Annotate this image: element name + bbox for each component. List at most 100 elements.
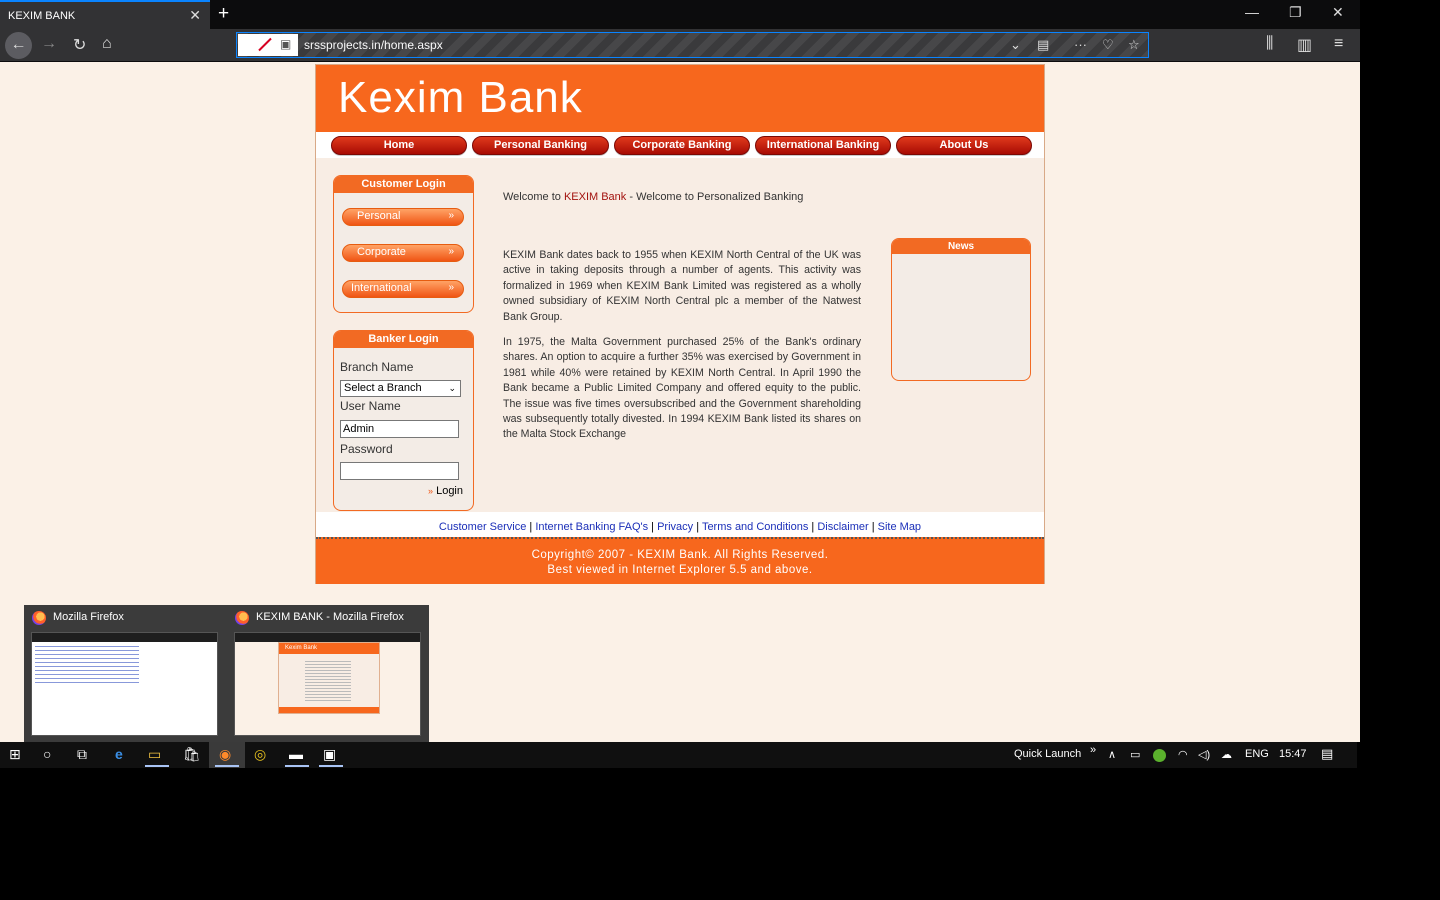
thumbnail-page: Kexim Bank xyxy=(278,642,380,714)
password-label: Password xyxy=(340,442,393,456)
pocket-icon[interactable]: ♡ xyxy=(1102,37,1114,53)
language-indicator[interactable]: ENG xyxy=(1245,748,1269,760)
best-viewed-text: Best viewed in Internet Explorer 5.5 and… xyxy=(547,564,813,576)
welcome-suffix: - Welcome to Personalized Banking xyxy=(626,191,804,203)
url-dropdown-icon[interactable]: ⌄ xyxy=(1010,37,1021,53)
chrome-icon[interactable]: ◎ xyxy=(254,746,266,763)
chevron-down-icon: ⌄ xyxy=(448,383,456,393)
page-actions-icon[interactable]: ··· xyxy=(1074,37,1087,52)
footer-link-faq[interactable]: Internet Banking FAQ's xyxy=(535,521,648,533)
menu-personal-banking[interactable]: Personal Banking xyxy=(472,136,609,155)
forward-icon[interactable]: → xyxy=(41,35,57,53)
preview-thumbnail xyxy=(31,632,218,736)
sidebar-icon[interactable]: ▥ xyxy=(1297,35,1312,55)
library-icon[interactable]: ⫼ xyxy=(1266,35,1273,53)
menu-home-label: Home xyxy=(383,139,415,151)
branch-name-label: Branch Name xyxy=(340,360,414,374)
quick-launch-label[interactable]: Quick Launch xyxy=(1014,748,1081,760)
store-icon[interactable]: 🛍 xyxy=(183,746,201,763)
file-explorer-icon[interactable]: ▭ xyxy=(148,746,161,763)
corporate-login-button[interactable]: Corporate » xyxy=(342,244,464,262)
menu-icon[interactable]: ≡ xyxy=(1334,35,1343,53)
preview-title: KEXIM BANK - Mozilla Firefox xyxy=(256,611,404,623)
restore-icon[interactable]: ❐ xyxy=(1289,4,1302,21)
main-content: Customer Login Personal » Corporate » In… xyxy=(316,158,1044,512)
bookmark-star-icon[interactable]: ☆ xyxy=(1128,37,1140,53)
thumbnail-footer xyxy=(279,707,379,713)
home-icon[interactable]: ⌂ xyxy=(102,35,112,53)
back-icon[interactable]: ← xyxy=(5,32,32,59)
thumbnail-content xyxy=(35,646,139,686)
tab-close-icon[interactable]: ✕ xyxy=(189,7,201,24)
menu-about-us-label: About Us xyxy=(939,139,989,151)
tab-bar: KEXIM BANK ✕ + — ❐ ✕ xyxy=(0,0,1360,29)
footer-link-terms[interactable]: Terms and Conditions xyxy=(702,521,808,533)
browser-tab[interactable]: KEXIM BANK ✕ xyxy=(0,0,210,29)
insecure-slash-icon xyxy=(258,37,272,52)
menu-personal-banking-label: Personal Banking xyxy=(494,139,587,151)
chevron-up-icon[interactable]: ∧ xyxy=(1108,748,1116,761)
command-prompt-icon[interactable]: ▣ xyxy=(323,746,336,763)
start-icon[interactable]: ⊞ xyxy=(9,746,21,763)
branch-select[interactable]: Select a Branch ⌄ xyxy=(340,380,461,397)
tab-title: KEXIM BANK xyxy=(8,10,76,22)
welcome-line: Welcome to KEXIM Bank - Welcome to Perso… xyxy=(503,191,803,203)
footer-link-privacy[interactable]: Privacy xyxy=(657,521,693,533)
footer-link-customer-service[interactable]: Customer Service xyxy=(439,521,526,533)
site-footer: Copyright© 2007 - KEXIM Bank. All Rights… xyxy=(316,537,1044,584)
firefox-taskbar-icon[interactable]: ◉ xyxy=(219,746,231,763)
login-label: Login xyxy=(436,485,463,497)
menu-about-us[interactable]: About Us xyxy=(896,136,1032,155)
personal-login-button[interactable]: Personal » xyxy=(342,208,464,226)
login-button[interactable]: » Login xyxy=(428,485,463,497)
user-name-input[interactable]: Admin xyxy=(340,420,459,438)
user-name-label: User Name xyxy=(340,399,401,413)
onedrive-cloud-icon[interactable]: ☁ xyxy=(1221,748,1232,761)
thumbnail-toolbar xyxy=(32,633,217,642)
minimize-icon[interactable]: — xyxy=(1245,4,1259,20)
password-input[interactable] xyxy=(340,462,459,480)
footer-link-disclaimer[interactable]: Disclaimer xyxy=(817,521,868,533)
kexim-page: Kexim Bank Home Personal Banking Corpora… xyxy=(315,64,1045,584)
double-arrow-icon: » xyxy=(448,246,454,257)
security-status-icon[interactable] xyxy=(1153,749,1166,762)
clock[interactable]: 15:47 xyxy=(1279,748,1307,760)
corporate-login-label: Corporate xyxy=(357,246,406,258)
connection-security-icon[interactable]: ▣ xyxy=(238,34,298,56)
footer-link-site-map[interactable]: Site Map xyxy=(878,521,921,533)
wifi-icon[interactable]: ◠ xyxy=(1178,748,1188,761)
footer-separator: | xyxy=(696,521,700,533)
quick-launch-arrow-icon[interactable]: » xyxy=(1090,744,1096,756)
firefox-icon xyxy=(32,611,46,625)
edge-icon[interactable]: e xyxy=(115,746,123,762)
close-window-icon[interactable]: ✕ xyxy=(1332,4,1344,21)
reload-icon[interactable]: ↻ xyxy=(73,35,86,55)
app-icon[interactable]: ▬ xyxy=(289,746,303,762)
preview-window-1[interactable]: Mozilla Firefox xyxy=(24,605,226,742)
running-indicator xyxy=(319,765,343,767)
double-arrow-icon: » xyxy=(448,282,454,293)
search-icon[interactable]: ○ xyxy=(43,746,51,762)
taskbar-previews: Mozilla Firefox KEXIM BANK - Mozilla Fir… xyxy=(24,605,429,742)
preview-window-2[interactable]: KEXIM BANK - Mozilla Firefox Kexim Bank xyxy=(227,605,429,742)
notification-icon[interactable]: ▤ xyxy=(1321,746,1333,762)
thumbnail-logo: Kexim Bank xyxy=(279,643,379,654)
battery-icon[interactable]: ▭ xyxy=(1130,748,1140,761)
main-menu: Home Personal Banking Corporate Banking … xyxy=(316,132,1044,158)
news-title: News xyxy=(892,239,1030,254)
autoplay-icon: ▣ xyxy=(280,37,292,51)
url-text[interactable]: srssprojects.in/home.aspx xyxy=(304,38,443,52)
preview-title: Mozilla Firefox xyxy=(53,611,124,623)
copyright-text: Copyright© 2007 - KEXIM Bank. All Rights… xyxy=(531,549,829,561)
new-tab-button[interactable]: + xyxy=(218,3,229,25)
international-login-button[interactable]: International » xyxy=(342,280,464,298)
task-view-icon[interactable]: ⧉ xyxy=(77,746,87,763)
menu-home[interactable]: Home xyxy=(331,136,467,155)
menu-international-banking-label: International Banking xyxy=(766,139,880,151)
menu-international-banking[interactable]: International Banking xyxy=(755,136,891,155)
reader-view-icon[interactable]: ▤ xyxy=(1037,37,1049,53)
about-paragraph-1: KEXIM Bank dates back to 1955 when KEXIM… xyxy=(503,249,861,323)
url-bar[interactable]: ▣ srssprojects.in/home.aspx ⌄ ▤ ··· ♡ ☆ xyxy=(236,32,1149,58)
menu-corporate-banking[interactable]: Corporate Banking xyxy=(614,136,750,155)
volume-icon[interactable]: ◁) xyxy=(1198,748,1210,761)
